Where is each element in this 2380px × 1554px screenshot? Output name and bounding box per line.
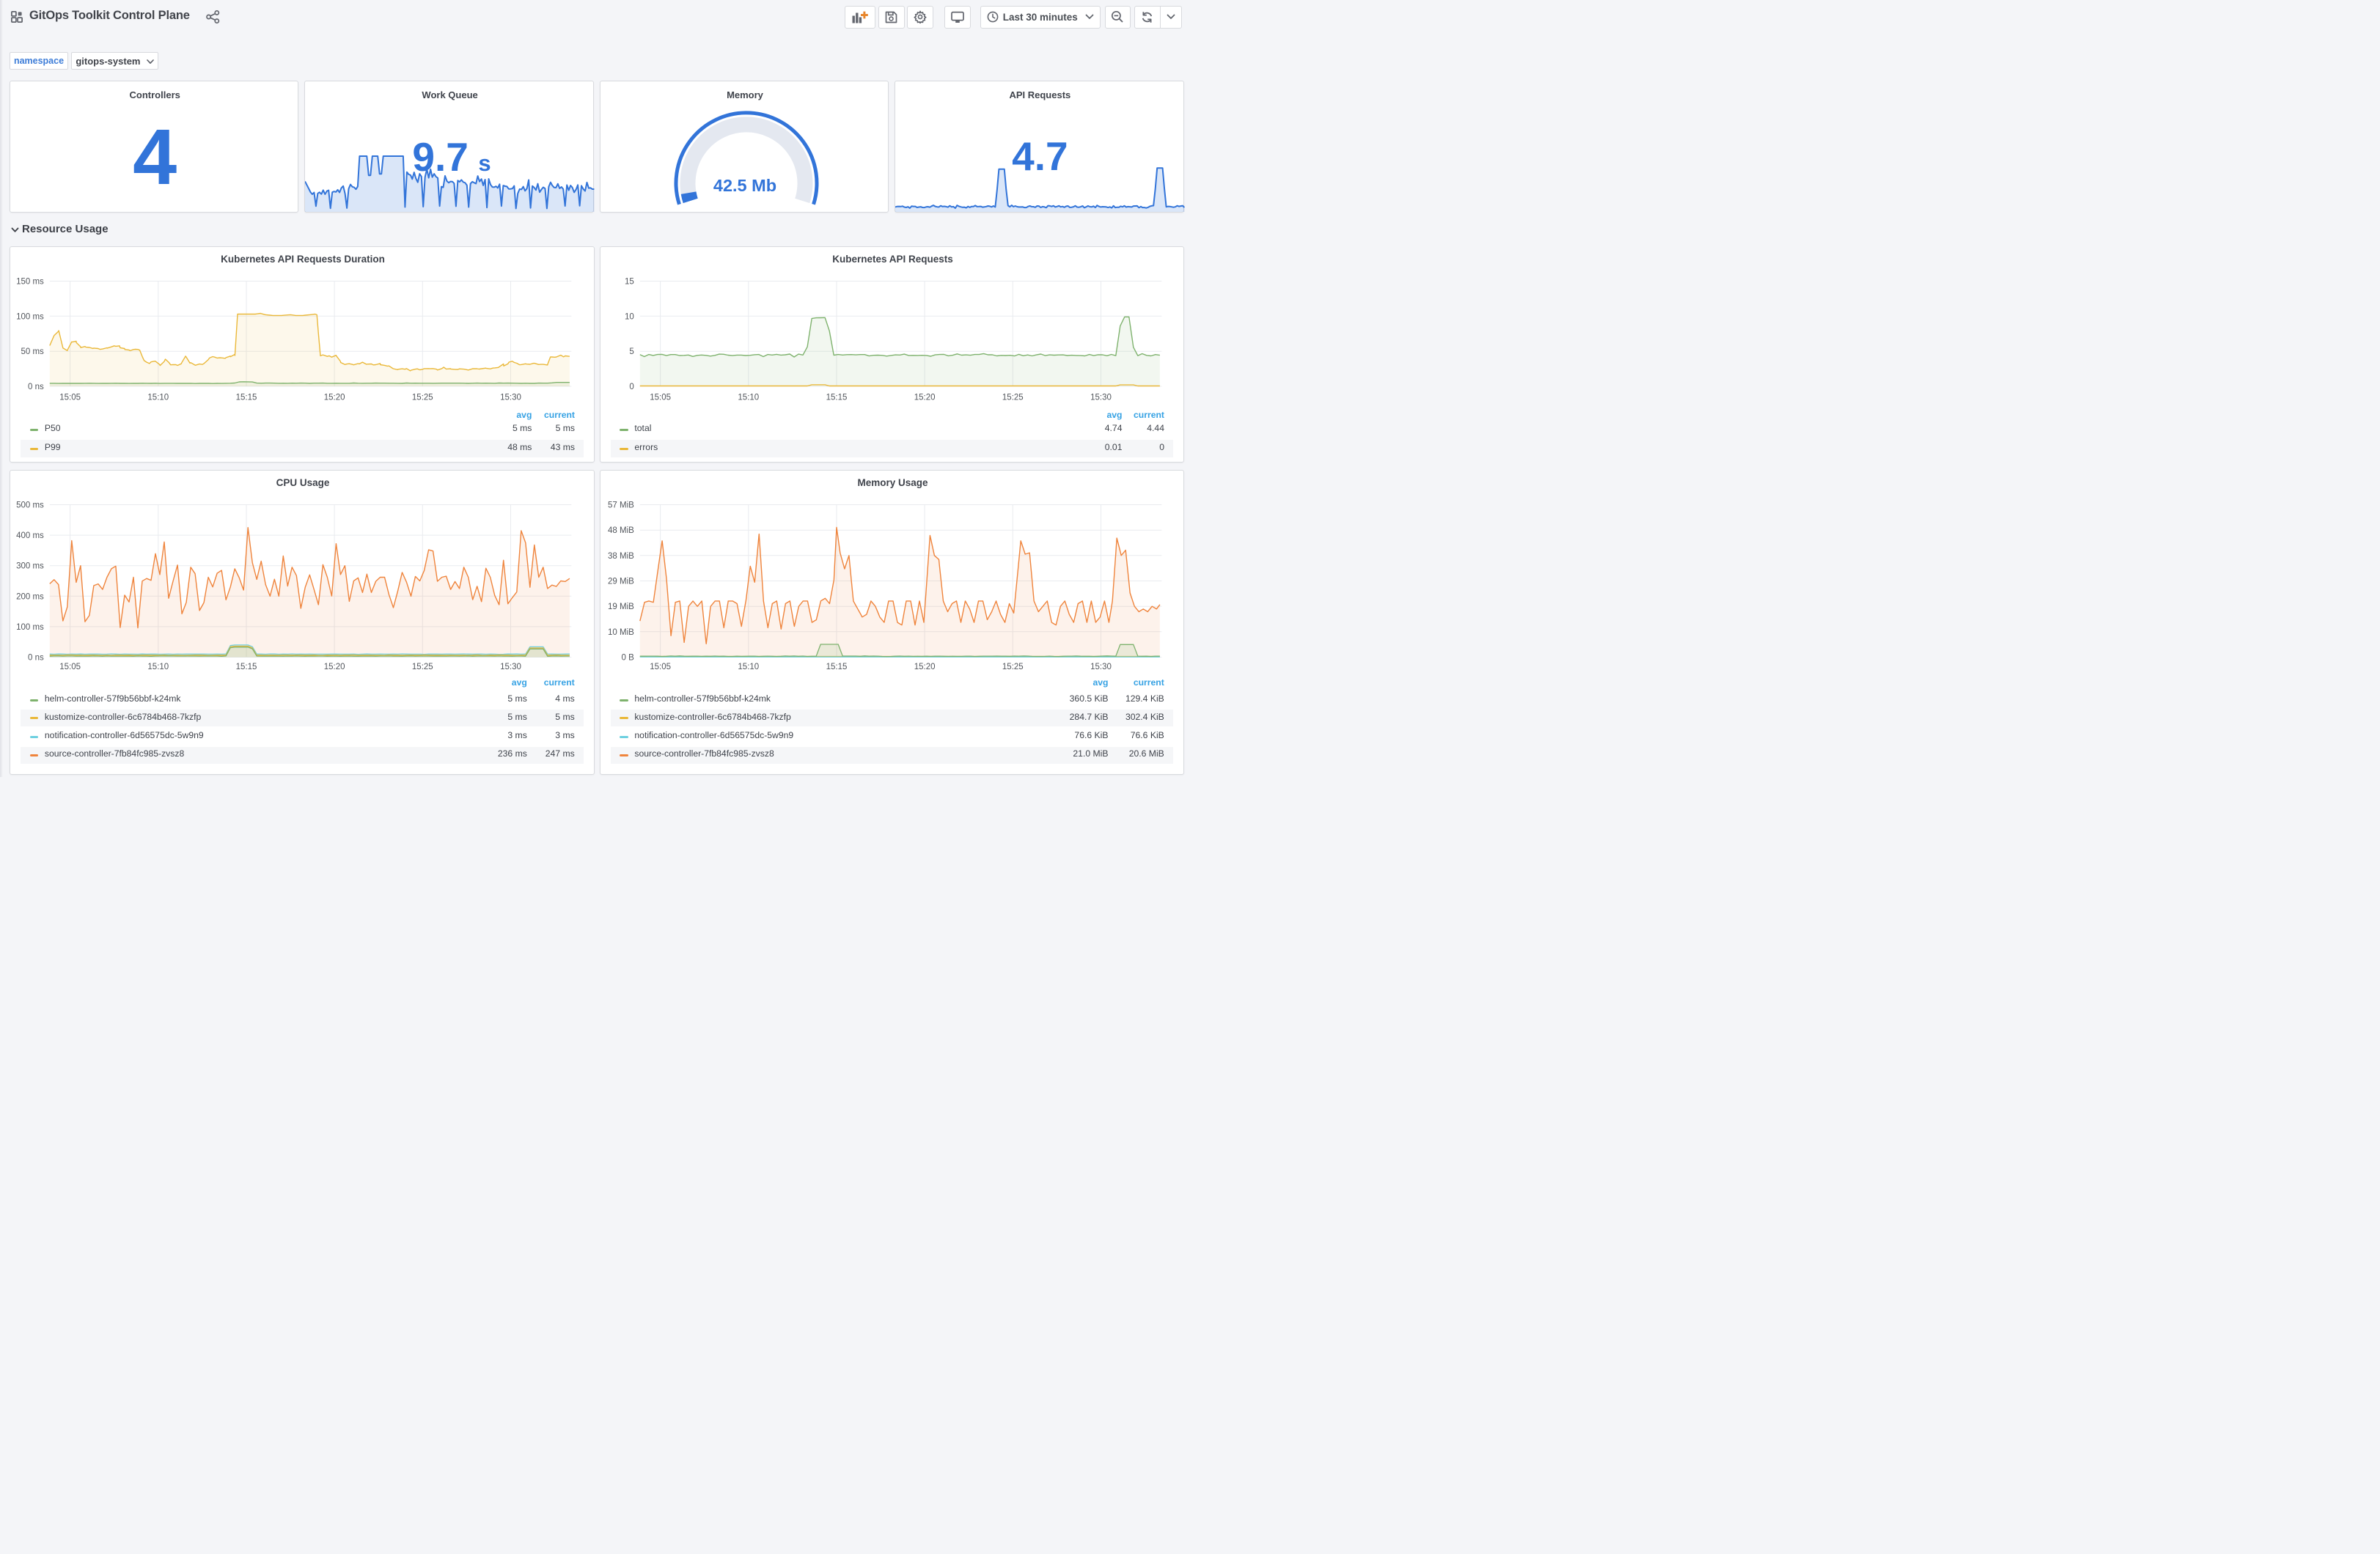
svg-text:57 MiB: 57 MiB bbox=[608, 501, 634, 510]
svg-text:15:20: 15:20 bbox=[324, 394, 345, 402]
svg-text:50 ms: 50 ms bbox=[21, 347, 44, 356]
svg-text:15:05: 15:05 bbox=[650, 663, 671, 671]
svg-text:15:10: 15:10 bbox=[738, 663, 759, 671]
svg-text:15:15: 15:15 bbox=[826, 663, 847, 671]
svg-text:0: 0 bbox=[629, 383, 633, 391]
svg-text:10 MiB: 10 MiB bbox=[608, 628, 634, 637]
svg-text:150 ms: 150 ms bbox=[16, 278, 44, 287]
svg-text:15:20: 15:20 bbox=[324, 663, 345, 671]
svg-text:15:10: 15:10 bbox=[147, 663, 169, 671]
svg-text:500 ms: 500 ms bbox=[16, 501, 44, 510]
svg-text:15: 15 bbox=[625, 278, 634, 287]
svg-text:15:15: 15:15 bbox=[236, 394, 257, 402]
svg-text:15:30: 15:30 bbox=[500, 663, 521, 671]
svg-text:10: 10 bbox=[625, 312, 634, 321]
svg-text:15:10: 15:10 bbox=[738, 394, 759, 402]
svg-text:15:05: 15:05 bbox=[59, 663, 81, 671]
svg-text:15:15: 15:15 bbox=[826, 394, 847, 402]
svg-text:100 ms: 100 ms bbox=[16, 312, 44, 321]
svg-text:100 ms: 100 ms bbox=[16, 623, 44, 632]
svg-text:300 ms: 300 ms bbox=[16, 562, 44, 571]
svg-text:15:25: 15:25 bbox=[1002, 394, 1023, 402]
svg-text:15:05: 15:05 bbox=[650, 394, 671, 402]
svg-text:0 ns: 0 ns bbox=[28, 654, 44, 663]
svg-text:5: 5 bbox=[629, 347, 633, 356]
svg-text:15:20: 15:20 bbox=[914, 394, 935, 402]
svg-text:15:30: 15:30 bbox=[1090, 663, 1112, 671]
svg-text:15:05: 15:05 bbox=[59, 394, 81, 402]
svg-text:19 MiB: 19 MiB bbox=[608, 603, 634, 611]
svg-text:29 MiB: 29 MiB bbox=[608, 578, 634, 586]
svg-text:400 ms: 400 ms bbox=[16, 531, 44, 540]
svg-text:15:20: 15:20 bbox=[914, 663, 935, 671]
svg-text:15:25: 15:25 bbox=[412, 663, 433, 671]
svg-text:48 MiB: 48 MiB bbox=[608, 526, 634, 535]
svg-text:15:10: 15:10 bbox=[147, 394, 169, 402]
svg-text:15:15: 15:15 bbox=[236, 663, 257, 671]
svg-text:15:30: 15:30 bbox=[1090, 394, 1112, 402]
svg-text:0 B: 0 B bbox=[621, 654, 634, 663]
svg-text:15:30: 15:30 bbox=[500, 394, 521, 402]
svg-text:38 MiB: 38 MiB bbox=[608, 552, 634, 561]
svg-text:15:25: 15:25 bbox=[1002, 663, 1023, 671]
svg-text:0 ns: 0 ns bbox=[28, 383, 44, 391]
svg-text:15:25: 15:25 bbox=[412, 394, 433, 402]
svg-text:200 ms: 200 ms bbox=[16, 592, 44, 601]
